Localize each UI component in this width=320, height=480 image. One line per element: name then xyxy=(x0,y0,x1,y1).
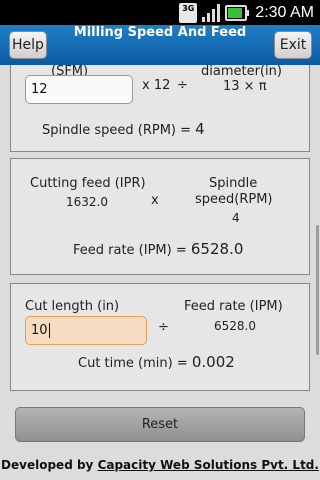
status-icons: 3G 2:30 AM xyxy=(179,0,314,25)
denominator-text: 13 × π xyxy=(223,79,267,94)
spindle-speed-result: Spindle speed (RPM) = 4 xyxy=(42,120,205,138)
divide-symbol: ÷ xyxy=(177,78,188,93)
reset-button[interactable]: Reset xyxy=(15,407,305,442)
page-title: Milling Speed And Feed xyxy=(73,25,247,40)
spindle-speed-value: 4 xyxy=(232,211,240,225)
cutting-feed-label: Cutting feed (IPR) xyxy=(30,176,146,191)
help-button[interactable]: Help xyxy=(9,31,47,59)
feed-rate-result: Feed rate (IPM) = 6528.0 xyxy=(73,240,243,258)
exit-button[interactable]: Exit xyxy=(274,31,312,59)
title-bar: Help Milling Speed And Feed Exit xyxy=(0,25,320,65)
feed-rate-value: 6528.0 xyxy=(214,319,256,333)
feed-rate-result-value: 6528.0 xyxy=(190,240,244,258)
divide-symbol: ÷ xyxy=(158,320,169,335)
footer: Developed by Capacity Web Solutions Pvt.… xyxy=(0,458,320,472)
company-link[interactable]: Capacity Web Solutions Pvt. Ltd. xyxy=(98,458,319,472)
clock: 2:30 AM xyxy=(255,3,314,21)
scrollbar[interactable] xyxy=(316,225,319,355)
network-3g-icon: 3G xyxy=(179,2,198,23)
diameter-label: diameter(in) xyxy=(201,65,282,79)
cut-time-result: Cut time (min) = 0.002 xyxy=(78,353,235,371)
cut-time-result-value: 0.002 xyxy=(191,353,235,371)
status-bar: 3G 2:30 AM xyxy=(0,0,320,25)
feed-rate-panel: Cutting feed (IPR) 1632.0 x Spindle spee… xyxy=(10,158,310,275)
cut-length-input-value: 10 xyxy=(31,323,48,338)
spindle-speed-label-line2: speed(RPM) xyxy=(195,192,273,207)
cut-time-panel: Cut length (in) 10 ÷ Feed rate (IPM) 652… xyxy=(10,283,310,391)
feed-rate-label: Feed rate (IPM) xyxy=(184,299,283,314)
multiply-symbol: x xyxy=(151,193,159,208)
battery-icon xyxy=(225,4,250,21)
spindle-speed-panel: (SFM) 12 x 12 ÷ diameter(in) 13 × π Spin… xyxy=(10,65,310,152)
spindle-speed-label-line1: Spindle xyxy=(209,176,258,191)
sfm-input-value: 12 xyxy=(31,82,48,97)
content-area[interactable]: (SFM) 12 x 12 ÷ diameter(in) 13 × π Spin… xyxy=(0,65,320,480)
signal-icon xyxy=(201,3,221,23)
cut-length-label: Cut length (in) xyxy=(25,299,120,314)
cut-time-result-label: Cut time (min) = xyxy=(78,356,188,371)
footer-prefix: Developed by xyxy=(1,458,94,472)
cut-length-input[interactable]: 10 xyxy=(25,316,147,345)
text-caret xyxy=(48,323,50,338)
spindle-speed-result-label: Spindle speed (RPM) = xyxy=(42,123,192,138)
multiply-text: x 12 xyxy=(142,78,171,93)
spindle-speed-result-value: 4 xyxy=(195,120,205,138)
sfm-input[interactable]: 12 xyxy=(25,75,133,104)
cutting-feed-value: 1632.0 xyxy=(66,195,108,209)
feed-rate-result-label: Feed rate (IPM) = xyxy=(73,243,187,258)
